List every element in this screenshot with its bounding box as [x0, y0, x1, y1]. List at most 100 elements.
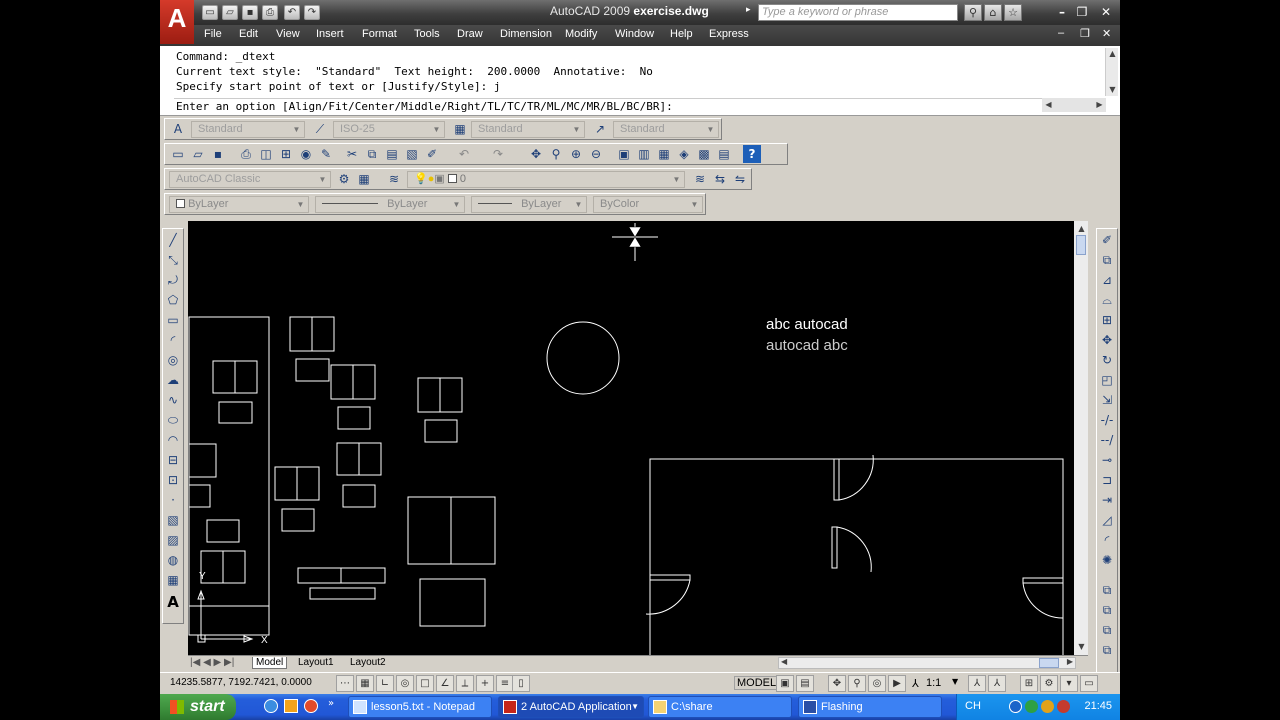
block-editor-icon[interactable]: ✐ [423, 145, 441, 163]
menu-window[interactable]: Window [615, 28, 654, 40]
quick-view-drawings-icon[interactable]: ▤ [796, 675, 814, 692]
scroll-right-icon[interactable]: ▶ [1093, 99, 1106, 111]
chevron-down-icon[interactable]: ▼ [952, 677, 958, 686]
line-icon[interactable]: ╱ [164, 231, 182, 249]
arc-icon[interactable]: ◜ [164, 331, 182, 349]
text-style-icon[interactable]: A [169, 120, 187, 138]
pan-icon[interactable]: ✥ [527, 145, 545, 163]
tab-layout2[interactable]: Layout2 [350, 657, 386, 668]
table-style-icon[interactable]: ▦ [451, 120, 469, 138]
quicklaunch-icon[interactable] [284, 699, 298, 713]
search-icon[interactable]: ⚲ [964, 4, 982, 21]
extend-icon[interactable]: --/ [1098, 431, 1116, 449]
plot-icon[interactable]: ⎙ [237, 145, 255, 163]
menu-draw[interactable]: Draw [457, 28, 483, 40]
expand-arrow-icon[interactable]: ▸ [746, 5, 751, 15]
start-button[interactable]: start [160, 694, 236, 720]
quickcalc-icon[interactable]: ▤ [715, 145, 733, 163]
antivirus-icon[interactable] [1057, 700, 1070, 713]
save-icon[interactable]: ▪ [242, 5, 258, 20]
auto-scale-icon[interactable]: ⅄ [988, 675, 1006, 692]
revision-cloud-icon[interactable]: ☁ [164, 371, 182, 389]
match-properties-icon[interactable]: ▧ [403, 145, 421, 163]
doc-minimize-button[interactable]: – [1058, 27, 1064, 39]
make-current-layer-icon[interactable]: ≋ [691, 170, 709, 188]
toolbar-lock-icon[interactable]: ⊞ [1020, 675, 1038, 692]
quicklaunch-expand-icon[interactable]: » [328, 698, 334, 709]
copy-icon[interactable]: ⧉ [363, 145, 381, 163]
undo-icon[interactable]: ↶ [455, 145, 473, 163]
scroll-thumb[interactable] [1076, 235, 1086, 255]
redo-icon[interactable]: ↷ [304, 5, 320, 20]
task-autocad[interactable]: 2 AutoCAD Application ▼ [498, 696, 644, 718]
scroll-thumb[interactable] [1039, 658, 1059, 668]
quick-view-layouts-icon[interactable]: ▣ [776, 675, 794, 692]
close-button[interactable]: ✕ [1096, 4, 1116, 20]
polygon-icon[interactable]: ⬠ [164, 291, 182, 309]
explode-icon[interactable]: ✺ [1098, 551, 1116, 569]
etransmit-icon[interactable]: ✎ [317, 145, 335, 163]
circle-icon[interactable]: ◎ [164, 351, 182, 369]
spline-icon[interactable]: ∿ [164, 391, 182, 409]
rectangle-icon[interactable]: ▭ [164, 311, 182, 329]
fillet-icon[interactable]: ◜ [1098, 531, 1116, 549]
object-snap-icon[interactable]: □ [416, 675, 434, 692]
task-notepad[interactable]: lesson5.txt - Notepad [348, 696, 492, 718]
paste-icon[interactable]: ▤ [383, 145, 401, 163]
ellipse-arc-icon[interactable]: ◠ [164, 431, 182, 449]
scale-icon[interactable]: ◰ [1098, 371, 1116, 389]
tab-layout1[interactable]: Layout1 [298, 657, 334, 668]
task-flashing[interactable]: Flashing [798, 696, 942, 718]
pan-status-icon[interactable]: ✥ [828, 675, 846, 692]
gradient-icon[interactable]: ▨ [164, 531, 182, 549]
redo-icon[interactable]: ↷ [489, 145, 507, 163]
open-icon[interactable]: ▱ [222, 5, 238, 20]
command-input[interactable]: Enter an option [Align/Fit/Center/Middle… [174, 98, 1104, 114]
draw-order-front-icon[interactable]: ⧉ [1098, 581, 1116, 599]
menu-insert[interactable]: Insert [316, 28, 344, 40]
markup-icon[interactable]: ▩ [695, 145, 713, 163]
insert-block-icon[interactable]: ⊟ [164, 451, 182, 469]
point-icon[interactable]: · [164, 491, 182, 509]
zoom-window-icon[interactable]: ⊕ [567, 145, 585, 163]
zoom-status-icon[interactable]: ⚲ [848, 675, 866, 692]
plotstyle-select[interactable]: ByColor ▼ [593, 196, 703, 213]
plot-preview-icon[interactable]: ◫ [257, 145, 275, 163]
task-explorer[interactable]: C:\share [648, 696, 792, 718]
publish-icon[interactable]: ⊞ [277, 145, 295, 163]
color-select[interactable]: ByLayer ▼ [169, 196, 309, 213]
clock[interactable]: 21:45 [1084, 700, 1112, 712]
object-snap-tracking-icon[interactable]: ∠ [436, 675, 454, 692]
command-scrollbar[interactable]: ▲ ▼ [1105, 48, 1118, 96]
ellipse-icon[interactable]: ⬭ [164, 411, 182, 429]
network-icon[interactable] [1009, 700, 1022, 713]
menu-edit[interactable]: Edit [239, 28, 258, 40]
polyline-icon[interactable]: ⤾ [164, 271, 182, 289]
menu-dimension[interactable]: Dimension [500, 28, 552, 40]
showmotion-icon[interactable]: ▶ [888, 675, 906, 692]
clean-screen-icon[interactable]: ▭ [1080, 675, 1098, 692]
save-icon[interactable]: ▪ [209, 145, 227, 163]
make-block-icon[interactable]: ⊡ [164, 471, 182, 489]
doc-close-button[interactable]: ✕ [1102, 27, 1111, 40]
table-style-select[interactable]: Standard ▼ [471, 121, 585, 138]
array-icon[interactable]: ⊞ [1098, 311, 1116, 329]
drawing-vscrollbar[interactable]: ▲ ▼ [1074, 221, 1088, 655]
doc-restore-button[interactable]: ❐ [1080, 27, 1090, 40]
scroll-left-icon[interactable]: ◀ [781, 657, 787, 666]
model-space-button[interactable]: MODEL [734, 676, 780, 690]
communication-center-icon[interactable]: ⌂ [984, 4, 1002, 21]
annotation-scale-value[interactable]: 1:1 [926, 677, 941, 689]
favorites-icon[interactable]: ☆ [1004, 4, 1022, 21]
qnew-icon[interactable]: ▭ [202, 5, 218, 20]
break-at-point-icon[interactable]: ⊸ [1098, 451, 1116, 469]
join-icon[interactable]: ⇥ [1098, 491, 1116, 509]
layer-states-icon[interactable]: ⇋ [731, 170, 749, 188]
media-player-icon[interactable] [304, 699, 318, 713]
move-icon[interactable]: ✥ [1098, 331, 1116, 349]
chamfer-icon[interactable]: ◿ [1098, 511, 1116, 529]
zoom-realtime-icon[interactable]: ⚲ [547, 145, 565, 163]
zoom-previous-icon[interactable]: ⊖ [587, 145, 605, 163]
dynamic-ucs-icon[interactable]: ⟂ [456, 675, 474, 692]
menu-tools[interactable]: Tools [414, 28, 440, 40]
